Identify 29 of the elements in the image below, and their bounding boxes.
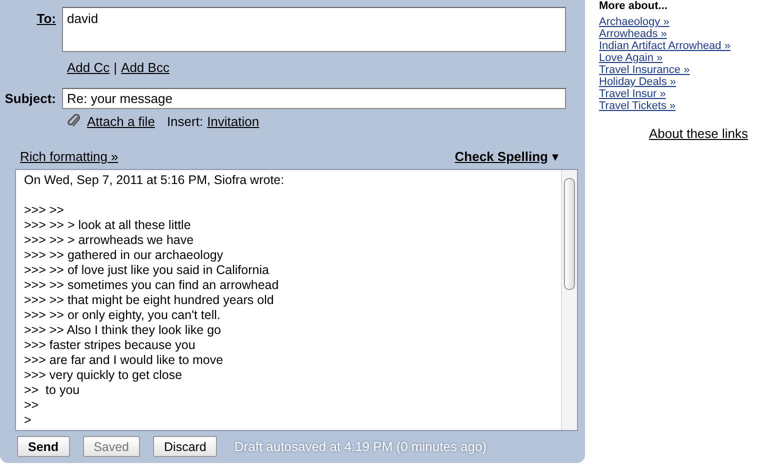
message-body-field[interactable]: On Wed, Sep 7, 2011 at 5:16 PM, Siofra wrote: >>> >> >>> >> > look at all these little >>> >> > arrowheads we have >>> >> gathered in our archaeology >>> >> of love just like you said in California >>> >> sometimes you can find an arrowhead >>> >> that might be eight hundred years old >>> >> or only eighty, you can't tell. >>> >> Also I think they look like go >>> faster stripes because you >>> are far and I would like to move >>> very quickly to get close >> to you >> > [15,169,578,431]
caret-icon[interactable]: ▾ [552,149,559,164]
add-recipient-link[interactable]: Add Cc [67,60,110,75]
related-link[interactable]: Travel Insur » [599,88,666,100]
attach-file-link[interactable]: Attach a file [87,114,155,128]
action-button[interactable]: Discard [153,436,218,457]
autosave-status: Draft autosaved at 4:19 PM (0 minutes ago) [234,439,487,454]
check-spelling-link[interactable]: Check Spelling [454,149,548,164]
separator: | [114,60,118,75]
add-recipient-link[interactable]: Add Bcc [121,60,170,75]
subject-field[interactable]: Re: your message [62,88,566,109]
action-button[interactable]: Send [17,436,70,457]
to-label[interactable]: To: [0,7,62,26]
related-link[interactable]: Travel Tickets » [599,100,676,112]
about-links-link[interactable]: About these links [649,126,748,141]
paperclip-icon [67,113,81,129]
to-field[interactable]: david [62,7,566,52]
related-link[interactable]: Indian Artifact Arrowhead » [599,40,730,52]
insert-label: Insert: [166,114,204,128]
related-link[interactable]: Love Again » [599,52,663,64]
related-link[interactable]: Arrowheads » [599,28,667,40]
subject-label: Subject: [4,91,57,106]
rich-formatting-link[interactable]: Rich formatting » [20,149,118,164]
related-link[interactable]: Archaeology » [599,16,670,28]
scrollbar[interactable] [561,170,577,430]
related-link[interactable]: Holiday Deals » [599,76,676,88]
invitation-link[interactable]: Invitation [207,114,260,128]
sidebar-title: More about... [599,0,668,12]
related-link[interactable]: Travel Insurance » [599,64,690,76]
